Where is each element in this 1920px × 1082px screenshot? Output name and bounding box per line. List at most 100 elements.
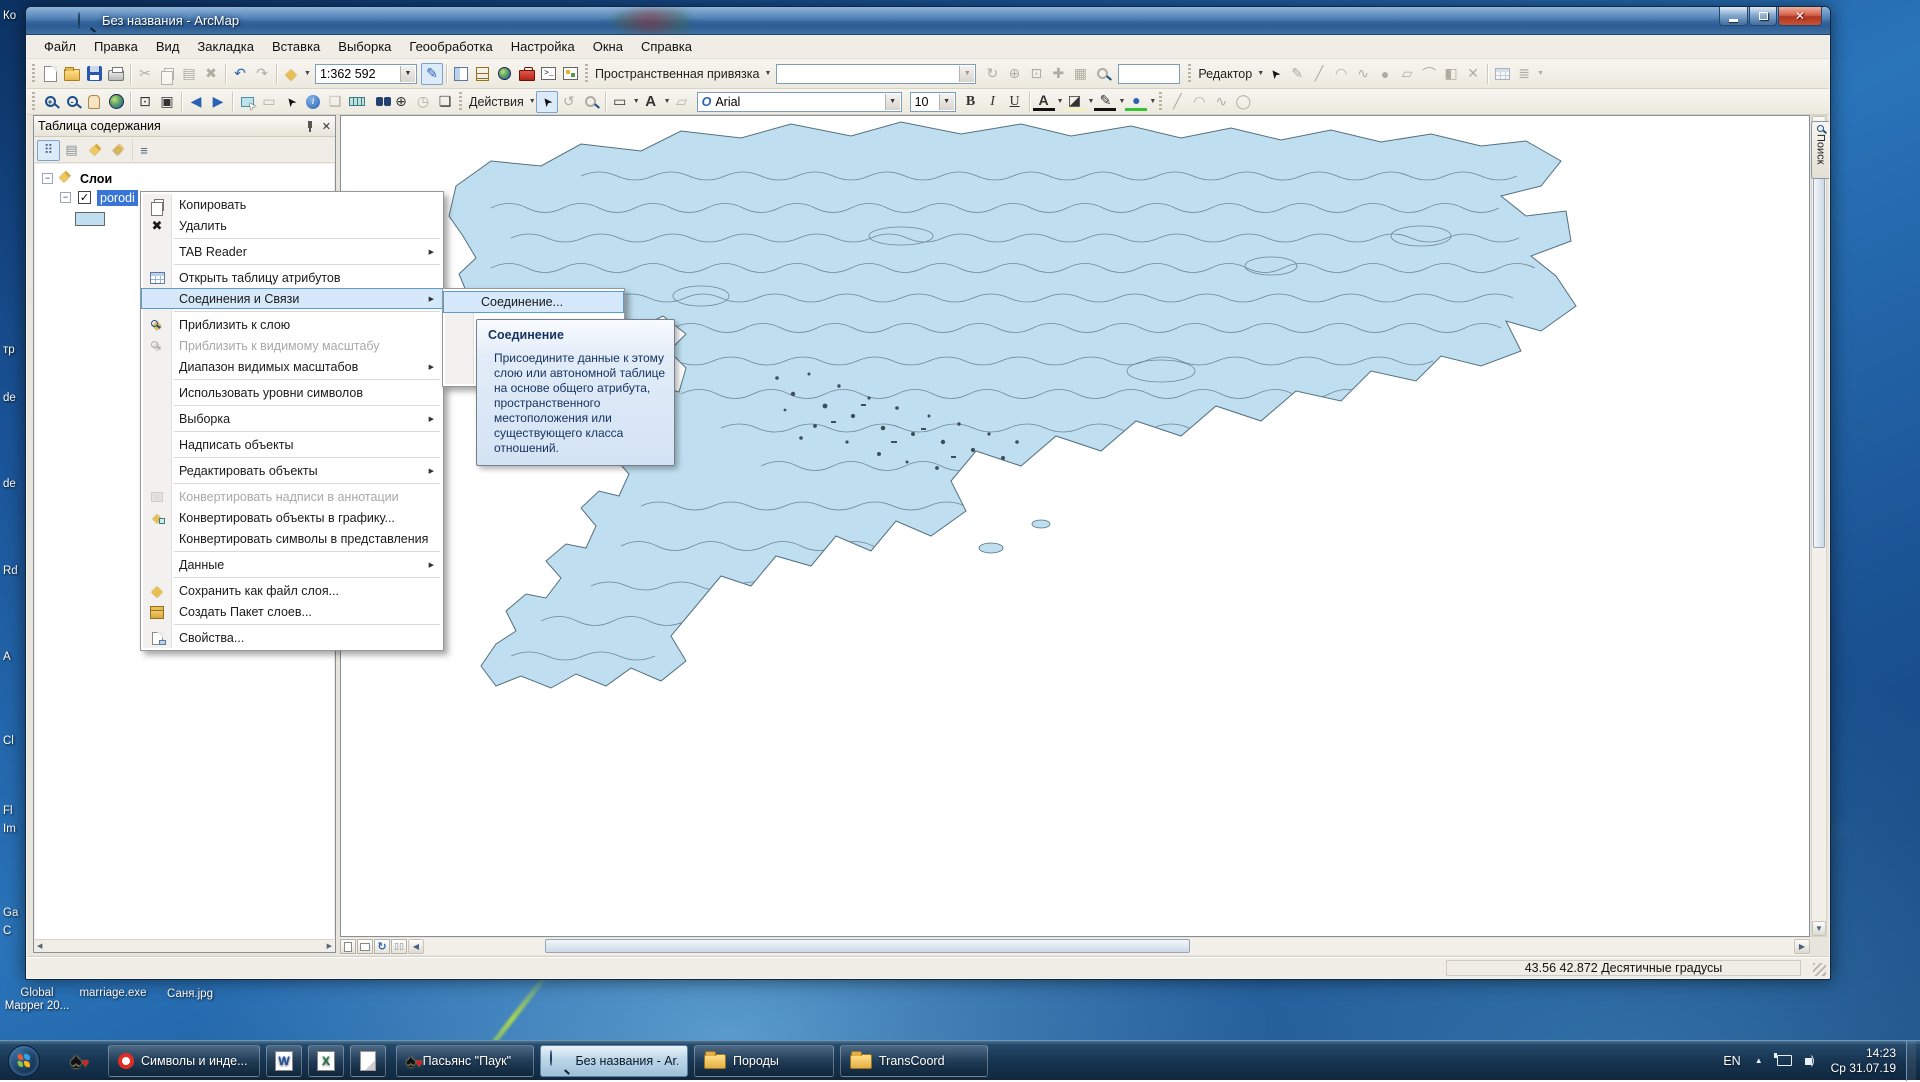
toc-scroll-right-arrow[interactable]: ▶ bbox=[327, 942, 332, 950]
draw-select-elements-icon[interactable]: ➤ bbox=[536, 91, 558, 113]
delete-icon[interactable]: ✖ bbox=[200, 63, 222, 85]
toolbar-grip[interactable] bbox=[32, 92, 35, 111]
desktop-icon-sanya-jpg[interactable]: Саня.jpg bbox=[155, 988, 225, 1001]
menu-item-convert-features-to-graphics[interactable]: ◆ Конвертировать объекты в графику... bbox=[141, 507, 443, 528]
font-family-dropdown-arrow[interactable]: ▼ bbox=[885, 94, 900, 110]
split-tool-icon[interactable]: ✕ bbox=[1462, 63, 1484, 85]
menu-bookmarks[interactable]: Закладка bbox=[188, 36, 263, 57]
menu-item-tab-reader[interactable]: TAB Reader bbox=[141, 241, 443, 262]
html-popup-icon[interactable]: ❑ bbox=[324, 91, 346, 113]
measure-icon[interactable] bbox=[346, 91, 368, 113]
desktop-icon-fragment[interactable]: de bbox=[3, 478, 16, 490]
desktop-icon-fragment[interactable]: Ко bbox=[3, 10, 16, 22]
georeferencing-layer-combobox[interactable]: ▼ bbox=[776, 64, 976, 84]
text-dropdown-arrow[interactable]: ▼ bbox=[664, 98, 671, 105]
menu-help[interactable]: Справка bbox=[632, 36, 701, 57]
menu-item-convert-symbology-to-representation[interactable]: Конвертировать символы в представления bbox=[141, 528, 443, 549]
underline-button[interactable]: U bbox=[1004, 91, 1026, 113]
layer-checkbox[interactable]: ✓ bbox=[78, 191, 91, 204]
new-text-icon[interactable]: A bbox=[640, 91, 662, 113]
rotate-raster-icon[interactable]: ↻ bbox=[981, 63, 1003, 85]
desktop-icon-marriage-exe[interactable]: marriage.exe bbox=[78, 987, 148, 1000]
menu-item-open-attribute-table[interactable]: Открыть таблицу атрибутов bbox=[141, 267, 443, 288]
title-bar[interactable] bbox=[26, 7, 1830, 35]
model-builder-icon[interactable] bbox=[560, 63, 582, 85]
toc-close-icon[interactable]: ✕ bbox=[322, 120, 331, 133]
taskbar-button-arcmap[interactable]: Без названия - Ar... bbox=[540, 1045, 688, 1077]
clock[interactable]: 14:23 Ср 31.07.19 bbox=[1831, 1046, 1896, 1076]
draw-actions-label[interactable]: Действия bbox=[466, 95, 527, 109]
restore-button[interactable] bbox=[1749, 7, 1777, 26]
zoom-to-element-icon[interactable] bbox=[580, 91, 602, 113]
next-extent-icon[interactable]: ▶ bbox=[207, 91, 229, 113]
new-curve-gray-icon[interactable]: ◠ bbox=[1188, 91, 1210, 113]
edit-vertices-draw-icon[interactable]: ▱ bbox=[671, 91, 693, 113]
resize-grip[interactable] bbox=[1813, 963, 1826, 976]
desktop-icon-fragment[interactable]: Ga bbox=[3, 907, 18, 919]
toc-layer-label[interactable]: porodi bbox=[97, 190, 138, 206]
toolbar-grip[interactable] bbox=[459, 92, 462, 111]
menu-item-zoom-to-layer[interactable]: ◆ Приблизить к слою bbox=[141, 314, 443, 335]
draw-actions-dropdown-arrow[interactable]: ▼ bbox=[529, 98, 536, 105]
editor-toolbar-label[interactable]: Редактор bbox=[1195, 67, 1255, 81]
desktop-icon-fragment[interactable]: C bbox=[3, 925, 11, 937]
network-icon[interactable] bbox=[1777, 1055, 1792, 1066]
taskbar-button-porody-folder[interactable]: Породы bbox=[694, 1045, 834, 1077]
toc-scroll-left-arrow[interactable]: ◀ bbox=[37, 942, 42, 950]
zoom-in-icon[interactable]: + bbox=[39, 91, 61, 113]
font-family-combobox[interactable]: O Arial ▼ bbox=[697, 92, 902, 112]
menu-geoprocessing[interactable]: Геообработка bbox=[400, 36, 501, 57]
table-of-contents-icon[interactable] bbox=[450, 63, 472, 85]
python-window-icon[interactable]: >_ bbox=[538, 63, 560, 85]
edit-tool-icon[interactable]: ➤ bbox=[1264, 63, 1286, 85]
language-indicator[interactable]: EN bbox=[1723, 1054, 1740, 1068]
add-data-dropdown-arrow[interactable]: ▼ bbox=[304, 70, 311, 77]
scale-raster-icon[interactable]: ⊡ bbox=[1025, 63, 1047, 85]
close-button[interactable]: ✕ bbox=[1778, 7, 1822, 26]
menu-item-joins-and-relates[interactable]: Соединения и Связи bbox=[141, 288, 443, 309]
new-line-gray-icon[interactable]: ╱ bbox=[1166, 91, 1188, 113]
point-tool-icon[interactable]: ● bbox=[1374, 63, 1396, 85]
list-by-selection-icon[interactable]: ◈ bbox=[106, 140, 129, 161]
line-color-button[interactable]: ✎ bbox=[1094, 92, 1116, 111]
pan-icon[interactable] bbox=[83, 91, 105, 113]
desktop-icon-fragment[interactable]: A bbox=[3, 651, 11, 663]
taskbar-button-word[interactable]: W bbox=[266, 1045, 302, 1077]
search-dock-tab[interactable]: Поиск bbox=[1811, 121, 1829, 179]
menu-insert[interactable]: Вставка bbox=[263, 36, 329, 57]
undo-icon[interactable]: ↶ bbox=[229, 63, 251, 85]
menu-item-remove[interactable]: ✖ Удалить bbox=[141, 215, 443, 236]
menu-item-edit-features[interactable]: Редактировать объекты bbox=[141, 460, 443, 481]
menu-item-data[interactable]: Данные bbox=[141, 554, 443, 575]
select-elements-icon[interactable]: ➤ bbox=[280, 91, 302, 113]
new-document-icon[interactable] bbox=[39, 63, 61, 85]
endpoint-arc-icon[interactable]: ◠ bbox=[1330, 63, 1352, 85]
taskbar-button-symbols[interactable]: Символы и инде... bbox=[108, 1045, 260, 1077]
new-circle-gray-icon[interactable]: ◯ bbox=[1232, 91, 1254, 113]
georeferencing-combo-arrow[interactable]: ▼ bbox=[959, 66, 974, 82]
select-features-icon[interactable]: ➤ bbox=[236, 91, 258, 113]
list-by-drawing-order-icon[interactable]: ⠿ bbox=[37, 140, 60, 161]
volume-icon[interactable] bbox=[1805, 1055, 1819, 1067]
save-icon[interactable] bbox=[83, 63, 105, 85]
shift-raster-icon[interactable]: ⊕ bbox=[1003, 63, 1025, 85]
paste-icon[interactable]: ▤ bbox=[178, 63, 200, 85]
desktop-icon-fragment[interactable]: de bbox=[3, 392, 16, 404]
cut-icon[interactable]: ✂ bbox=[134, 63, 156, 85]
find-icon[interactable] bbox=[368, 91, 390, 113]
toolbar-grip[interactable] bbox=[32, 64, 35, 83]
taskbar-spider-solitaire-shortcut[interactable]: ♠ bbox=[58, 1045, 94, 1077]
attributes-window-icon[interactable] bbox=[1491, 63, 1513, 85]
clear-selection-icon[interactable]: ▭ bbox=[258, 91, 280, 113]
desktop-icon-fragment[interactable]: Cl bbox=[3, 735, 14, 747]
georeferencing-toolbar-label[interactable]: Пространственная привязка bbox=[592, 67, 763, 81]
full-extent-icon[interactable] bbox=[105, 91, 127, 113]
redo-icon[interactable]: ↷ bbox=[251, 63, 273, 85]
search-window-icon[interactable] bbox=[494, 63, 516, 85]
toc-root-label[interactable]: Слои bbox=[80, 172, 112, 186]
line-color-dropdown-arrow[interactable]: ▼ bbox=[1118, 98, 1125, 105]
copy-icon[interactable] bbox=[156, 63, 178, 85]
desktop-icon-fragment[interactable]: Im bbox=[3, 823, 16, 835]
font-size-combobox[interactable]: 10 ▼ bbox=[910, 92, 956, 112]
marker-color-button[interactable]: ● bbox=[1125, 92, 1147, 111]
